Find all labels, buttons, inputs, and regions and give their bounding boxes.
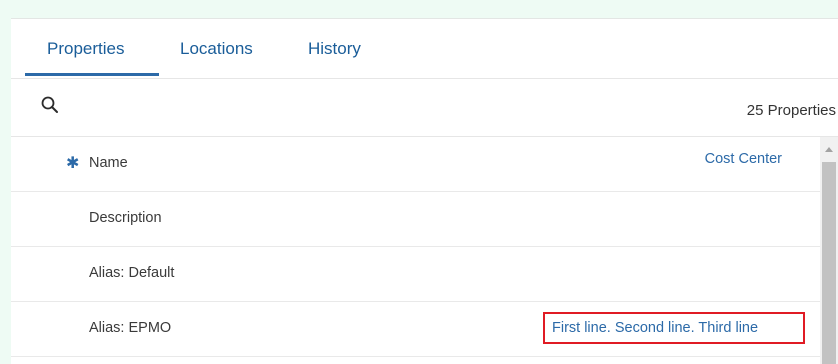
- property-row-description[interactable]: Description: [11, 192, 820, 247]
- scroll-up-icon[interactable]: [825, 147, 833, 152]
- active-tab-indicator: [25, 73, 159, 76]
- property-label: Description: [89, 210, 162, 226]
- property-count: 25 Properties: [746, 102, 836, 119]
- tab-history[interactable]: History: [308, 39, 361, 59]
- vertical-scrollbar[interactable]: [820, 137, 838, 364]
- property-label: Name: [89, 155, 128, 171]
- tab-properties[interactable]: Properties: [47, 39, 124, 59]
- required-icon: ✱: [66, 155, 80, 172]
- property-list: ✱ Name Cost Center Description Alias: De…: [11, 137, 820, 357]
- search-icon[interactable]: [40, 95, 60, 115]
- property-value[interactable]: First line. Second line. Third line: [552, 320, 758, 336]
- properties-panel: Properties Locations History 25 Properti…: [11, 18, 838, 364]
- properties-toolbar: 25 Properties: [11, 79, 838, 137]
- property-row-alias-epmo[interactable]: Alias: EPMO First line. Second line. Thi…: [11, 302, 820, 357]
- tab-bar: Properties Locations History: [11, 19, 838, 79]
- property-row-alias-default[interactable]: Alias: Default: [11, 247, 820, 302]
- highlighted-value-box: First line. Second line. Third line: [543, 312, 805, 344]
- property-row-name[interactable]: ✱ Name Cost Center: [11, 137, 820, 192]
- property-label: Alias: Default: [89, 265, 175, 281]
- property-label: Alias: EPMO: [89, 320, 172, 336]
- tab-locations[interactable]: Locations: [180, 39, 253, 59]
- scrollbar-thumb[interactable]: [822, 162, 836, 364]
- property-value[interactable]: Cost Center: [705, 151, 782, 167]
